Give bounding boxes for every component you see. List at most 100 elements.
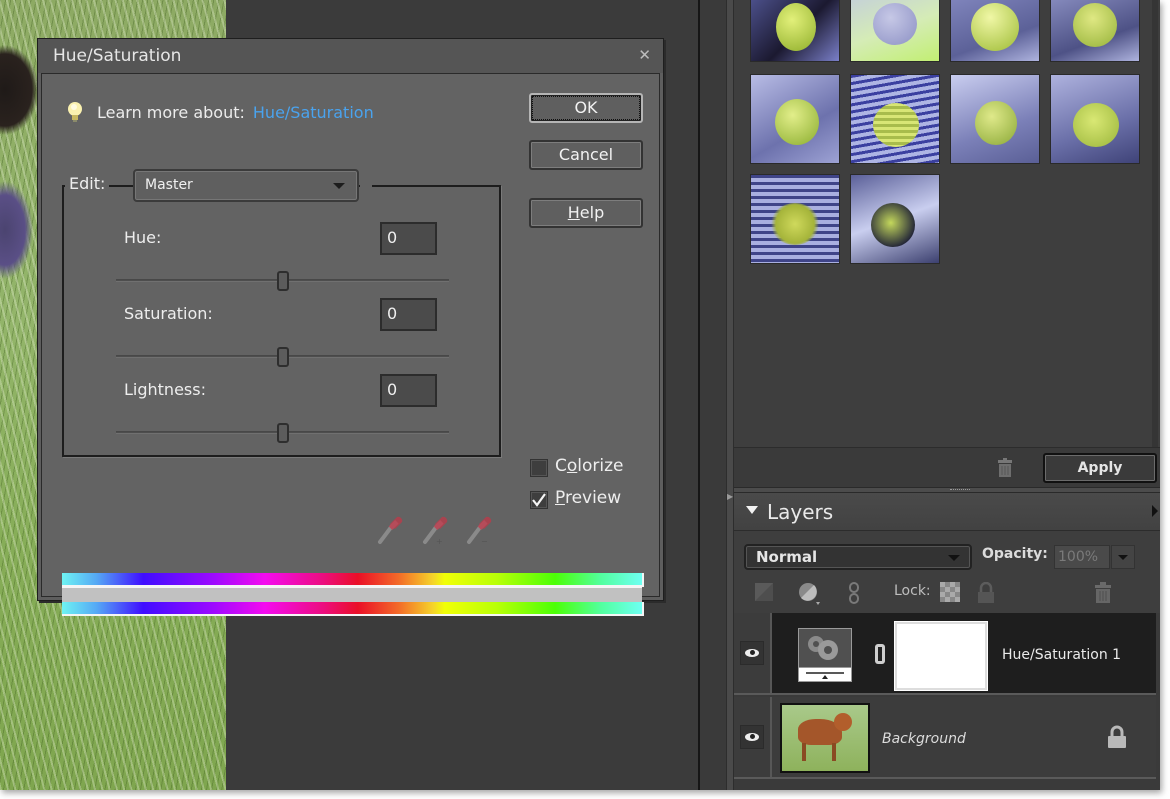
groupbox-gap — [360, 180, 372, 188]
svg-text:−: − — [481, 537, 488, 545]
effect-thumbnail[interactable] — [850, 0, 940, 62]
chevron-down-icon — [948, 555, 960, 561]
preview-label[interactable]: Preview — [555, 488, 621, 508]
new-layer-icon[interactable] — [754, 582, 774, 602]
adjustment-layer-thumbnail — [798, 628, 852, 682]
apple-image — [1073, 3, 1117, 47]
colorize-label[interactable]: Colorize — [555, 456, 624, 476]
ok-button[interactable]: OK — [529, 93, 643, 123]
dog-leg — [802, 743, 806, 761]
lock-icon — [1108, 725, 1126, 748]
dialog-body: Learn more about: Hue/Saturation OK Canc… — [41, 73, 660, 616]
apple-image — [971, 3, 1019, 51]
colorize-label-end: lorize — [577, 456, 624, 476]
cancel-button[interactable]: Cancel — [529, 140, 643, 170]
hue-saturation-dialog: Hue/Saturation ✕ Learn more about: Hue/S… — [37, 38, 664, 616]
saturation-input[interactable]: 0 — [380, 298, 437, 331]
help-mnemonic: H — [567, 203, 580, 222]
effect-thumbnail[interactable] — [750, 174, 840, 264]
trash-icon[interactable] — [996, 458, 1014, 478]
help-label: elp — [579, 203, 605, 222]
lightness-slider[interactable] — [116, 423, 449, 443]
visibility-cell — [734, 613, 772, 693]
layer-name: Background — [882, 731, 966, 747]
learn-more-link[interactable]: Hue/Saturation — [253, 103, 374, 122]
link-layers-icon[interactable] — [848, 582, 860, 604]
effect-thumbnail[interactable] — [750, 0, 840, 62]
effect-thumbnail[interactable] — [850, 174, 940, 264]
collapse-triangle-icon[interactable] — [746, 506, 758, 514]
apply-button[interactable]: Apply — [1043, 453, 1157, 483]
hue-input[interactable]: 0 — [380, 222, 437, 255]
edit-label: Edit: — [65, 174, 110, 193]
apple-image — [871, 203, 915, 247]
output-color-spectrum — [62, 602, 644, 616]
panel-collapse-bar[interactable] — [726, 0, 734, 790]
panel-menu-icon[interactable] — [1152, 505, 1158, 517]
blend-mode-select[interactable]: Normal — [744, 544, 972, 570]
saturation-slider-thumb[interactable] — [276, 347, 289, 367]
layer-row-background[interactable]: Background — [734, 697, 1156, 779]
eye-icon[interactable] — [740, 641, 764, 665]
layers-list: Hue/Saturation 1 Background — [734, 613, 1160, 790]
effect-thumbnail[interactable] — [950, 0, 1040, 62]
effect-thumbnail[interactable] — [1050, 74, 1140, 164]
effects-scrollbar[interactable] — [1152, 0, 1158, 450]
colorize-checkbox[interactable] — [530, 459, 548, 477]
layers-panel-title: Layers — [767, 500, 834, 524]
preview-checkbox[interactable] — [530, 491, 548, 509]
chevron-down-icon — [333, 183, 345, 189]
panel-gutter — [700, 0, 726, 790]
dialog-titlebar[interactable]: Hue/Saturation ✕ — [38, 39, 663, 73]
lightness-label: Lightness: — [124, 380, 206, 399]
preview-mnemonic: P — [555, 488, 565, 508]
eye-icon[interactable] — [740, 725, 764, 749]
saturation-slider[interactable] — [116, 347, 449, 367]
apple-image — [975, 101, 1017, 145]
eyedropper-icon[interactable] — [377, 511, 403, 545]
apple-image — [873, 103, 919, 147]
learn-more-row: Learn more about: Hue/Saturation — [68, 100, 374, 124]
input-color-spectrum — [62, 573, 644, 587]
effects-footer: Apply — [734, 447, 1160, 487]
expand-arrow-icon[interactable]: ▶ — [727, 490, 734, 504]
delete-layer-icon[interactable] — [1094, 582, 1112, 604]
visibility-cell — [734, 697, 772, 777]
adjustment-layer-icon[interactable] — [798, 582, 822, 606]
opacity-input[interactable]: 100% — [1054, 545, 1110, 569]
layer-row-hue-saturation[interactable]: Hue/Saturation 1 — [734, 613, 1156, 695]
effect-thumbnail[interactable] — [1050, 0, 1140, 62]
close-icon[interactable]: ✕ — [638, 46, 651, 64]
hue-slider-thumb[interactable] — [276, 271, 289, 291]
checkmark-icon — [532, 493, 546, 507]
lock-transparency-icon[interactable] — [940, 582, 960, 602]
svg-text:+: + — [436, 537, 443, 545]
effect-thumbnail[interactable] — [750, 74, 840, 164]
effects-grid — [748, 0, 1148, 270]
opacity-label: Opacity: — [982, 546, 1048, 562]
apple-image — [775, 99, 819, 145]
learn-more-label: Learn more about: — [97, 102, 245, 122]
apple-image — [873, 3, 917, 45]
lock-label: Lock: — [894, 583, 931, 599]
preview-label-end: review — [564, 488, 622, 508]
layer-mask-link-icon[interactable] — [874, 643, 886, 665]
lock-all-icon[interactable] — [976, 582, 996, 604]
splitter-grip[interactable] — [950, 489, 970, 491]
hue-slider[interactable] — [116, 271, 449, 291]
help-button[interactable]: Help — [529, 198, 643, 228]
dog-leg — [832, 743, 836, 761]
effect-thumbnail[interactable] — [850, 74, 940, 164]
eyedropper-minus-icon[interactable]: − — [466, 511, 492, 545]
eyedropper-plus-icon[interactable]: + — [422, 511, 448, 545]
layers-panel-header[interactable]: Layers — [734, 493, 1160, 531]
background-thumbnail — [780, 703, 870, 773]
lightness-input[interactable]: 0 — [380, 374, 437, 407]
color-range-bar[interactable] — [62, 587, 642, 603]
lightness-slider-thumb[interactable] — [276, 423, 289, 443]
edit-channel-value: Master — [145, 177, 193, 193]
colorize-label-start: C — [555, 456, 567, 476]
edit-channel-select[interactable]: Master — [133, 169, 359, 202]
effect-thumbnail[interactable] — [950, 74, 1040, 164]
opacity-dropdown-button[interactable] — [1111, 545, 1135, 569]
